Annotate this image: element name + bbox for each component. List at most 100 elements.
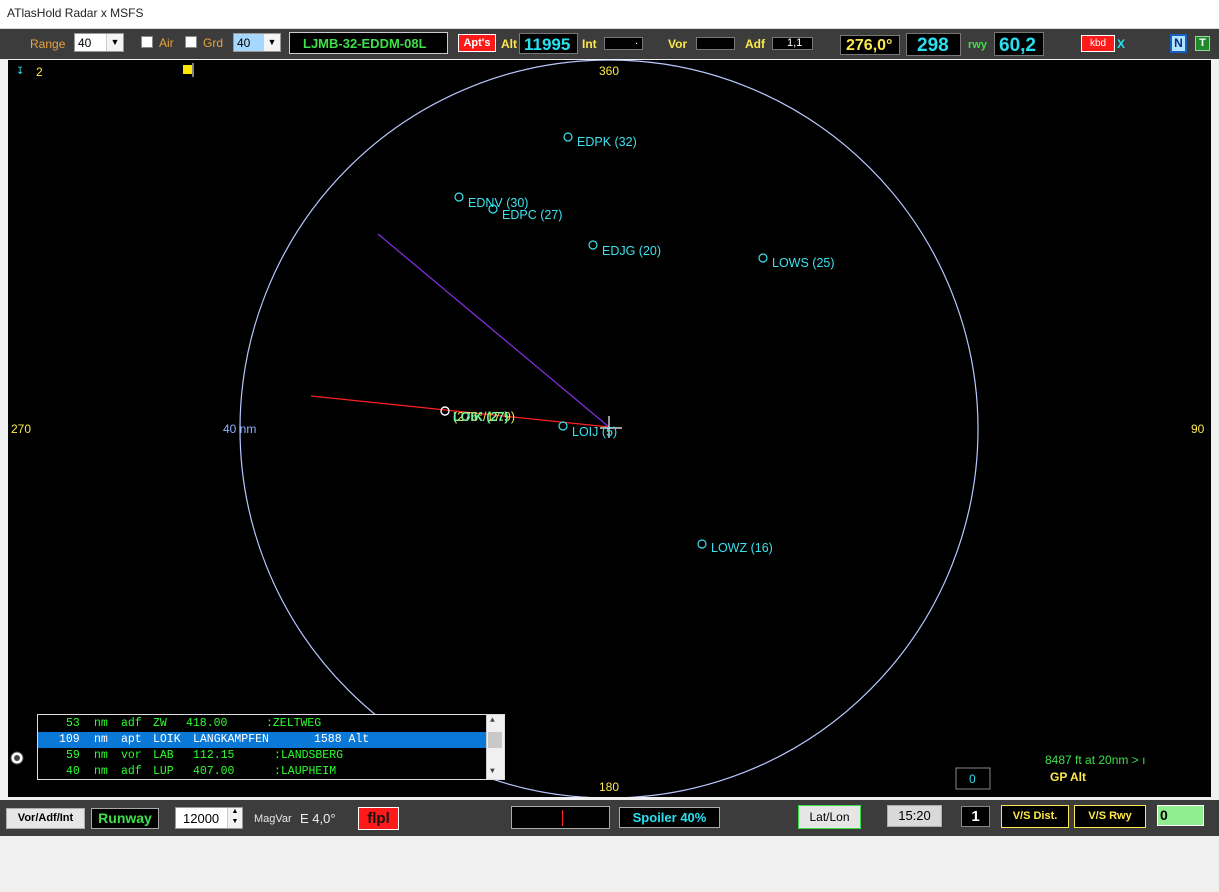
- list-scrollbar[interactable]: ▲ ▼: [486, 715, 504, 779]
- int-display: .: [604, 35, 643, 50]
- list-item-selected[interactable]: 109 nm apt LOIK LANGKAMPFEN 1588 Alt: [38, 732, 487, 748]
- close-x-label[interactable]: X: [1117, 37, 1125, 51]
- rwy-label: rwy: [968, 39, 987, 51]
- row-name: :LAUPHEIM: [274, 765, 337, 778]
- vs-dist-button[interactable]: V/S Dist.: [1001, 805, 1069, 828]
- compass-south: 180: [599, 780, 619, 794]
- vor-display: [696, 37, 735, 50]
- pin-icon[interactable]: ↧: [16, 66, 24, 77]
- row-freq: 112.15: [193, 749, 235, 762]
- waypoint-marker[interactable]: [563, 132, 573, 142]
- trim-indicator: [511, 806, 610, 829]
- alt-label: Alt: [501, 37, 517, 51]
- int-value: .: [635, 35, 639, 47]
- radar-canvas[interactable]: EDPK (32) EDNV (30) EDPC (27) EDJG (20) …: [8, 60, 1211, 797]
- scroll-thumb[interactable]: [488, 732, 502, 748]
- row-ident: ZW: [153, 717, 167, 730]
- grd-label: Grd: [203, 36, 224, 50]
- vor-label: Vor: [668, 37, 688, 51]
- altitude-value: 12000: [183, 811, 220, 826]
- waypoint-label: LOIK (27): [453, 410, 509, 424]
- compass-north: 360: [599, 64, 619, 78]
- n-button[interactable]: N: [1170, 34, 1187, 53]
- gp-info: 8487 ft at 20nm > ı: [1045, 753, 1145, 767]
- adf-label: Adf: [745, 37, 765, 51]
- waypoint-marker[interactable]: [588, 240, 598, 250]
- range-ring-label: 40 nm: [223, 422, 256, 436]
- row-ident: LAB: [153, 749, 174, 762]
- yellow-marker-icon[interactable]: [183, 65, 192, 74]
- speed-display: 298: [906, 33, 961, 56]
- speed-value: 298: [917, 35, 949, 56]
- chevron-down-icon[interactable]: ▼: [106, 34, 123, 51]
- route-text: LJMB-32-EDDM-08L: [303, 36, 427, 51]
- compass-west: 270: [11, 422, 31, 436]
- grd-value: 40: [237, 36, 251, 50]
- row-freq: 418.00: [186, 717, 228, 730]
- air-checkbox[interactable]: [141, 36, 153, 48]
- row-unit: nm: [94, 717, 108, 730]
- runway-button[interactable]: Runway: [91, 808, 159, 829]
- waypoint-label: EDJG (20): [602, 244, 661, 258]
- row-type: adf: [121, 717, 142, 730]
- spin-up-icon[interactable]: ▲: [227, 808, 242, 818]
- t-button[interactable]: T: [1195, 36, 1210, 51]
- adf-value: 1,1: [787, 37, 803, 49]
- rwy-value: 60,2: [999, 35, 1036, 56]
- range-select[interactable]: 40 ▼: [74, 33, 124, 52]
- row-dist: 59: [66, 749, 80, 762]
- chevron-down-icon[interactable]: ▼: [263, 34, 280, 51]
- grd-checkbox[interactable]: [185, 36, 197, 48]
- row-unit: nm: [94, 733, 108, 746]
- row-type: vor: [121, 749, 142, 762]
- row-type: adf: [121, 765, 142, 778]
- marker-count: 2: [36, 65, 43, 79]
- scroll-up-icon[interactable]: ▲: [490, 716, 495, 725]
- alt-display: 11995: [519, 33, 578, 54]
- row-freq: LANGKAMPFEN: [193, 733, 269, 746]
- vor-adf-int-button[interactable]: Vor/Adf/Int: [6, 808, 85, 829]
- waypoint-label: LOWS (25): [772, 256, 835, 270]
- latlon-button[interactable]: Lat/Lon: [798, 805, 861, 829]
- waypoint-marker[interactable]: [697, 539, 707, 549]
- window-title-bar: ATlasHold Radar x MSFS: [0, 0, 1219, 29]
- magvar-label: MagVar: [254, 813, 292, 825]
- waypoint-marker[interactable]: [558, 421, 568, 431]
- radar-display[interactable]: EDPK (32) EDNV (30) EDPC (27) EDJG (20) …: [8, 60, 1211, 797]
- waypoint-label: LOIJ (5): [572, 425, 617, 439]
- waypoint-marker[interactable]: [454, 192, 464, 202]
- heading-value: 276,0°: [846, 37, 893, 54]
- adf-display: 1,1: [772, 37, 813, 50]
- row-ident: LOIK: [153, 733, 181, 746]
- counter-display: 1: [961, 806, 990, 827]
- trim-needle: [562, 810, 563, 826]
- waypoint-marker-selected[interactable]: [440, 406, 450, 416]
- grd-select[interactable]: 40 ▼: [233, 33, 281, 52]
- time-display: 15:20: [887, 805, 942, 827]
- kbd-button[interactable]: kbd: [1081, 35, 1115, 52]
- spin-down-icon[interactable]: ▼: [227, 818, 242, 828]
- altitude-spinner[interactable]: 12000 ▲ ▼: [175, 807, 243, 829]
- list-item[interactable]: 59 nm vor LAB 112.15 :LANDSBERG: [38, 748, 487, 764]
- row-dist: 109: [59, 733, 80, 746]
- range-label: Range: [30, 37, 66, 51]
- list-item[interactable]: 40 nm adf LUP 407.00 :LAUPHEIM: [38, 764, 487, 780]
- row-name: 1588 Alt: [314, 733, 370, 746]
- vs-value: 0: [1160, 807, 1168, 823]
- top-toolbar: Range 40 ▼ Air Grd 40 ▼ LJMB-32-EDDM-08L…: [0, 29, 1219, 59]
- waypoint-marker[interactable]: [758, 253, 768, 263]
- list-item[interactable]: 53 nm adf ZW 418.00 :ZELTWEG: [38, 716, 487, 732]
- apts-button[interactable]: Apt's: [458, 34, 496, 52]
- course-line: [377, 233, 610, 428]
- waypoint-label: EDPC (27): [502, 208, 562, 222]
- waypoint-label: LOWZ (16): [711, 541, 773, 555]
- vs-rwy-button[interactable]: V/S Rwy: [1074, 805, 1146, 828]
- row-name: :LANDSBERG: [274, 749, 344, 762]
- flpl-button[interactable]: flpl: [358, 807, 399, 830]
- range-value: 40: [78, 36, 92, 50]
- row-dist: 40: [66, 765, 80, 778]
- nav-list[interactable]: 53 nm adf ZW 418.00 :ZELTWEG 109 nm apt …: [37, 714, 505, 780]
- route-display: LJMB-32-EDDM-08L: [289, 32, 448, 54]
- row-ident: LUP: [153, 765, 174, 778]
- scroll-down-icon[interactable]: ▼: [490, 767, 495, 776]
